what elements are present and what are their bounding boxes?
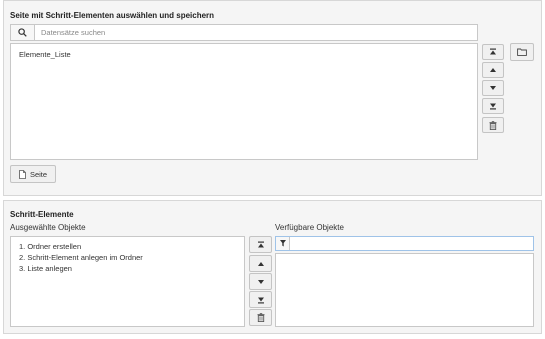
move-up-icon bbox=[257, 261, 264, 266]
move-bottom-icon bbox=[257, 297, 264, 303]
filter-input[interactable] bbox=[290, 237, 534, 250]
move-bottom-icon bbox=[490, 103, 496, 110]
browse-folder-button[interactable] bbox=[510, 43, 534, 61]
move-bottom-button[interactable] bbox=[482, 98, 504, 114]
delete-button[interactable] bbox=[249, 309, 272, 326]
list-item[interactable]: 3. Liste anlegen bbox=[19, 263, 236, 274]
filter-icon bbox=[276, 237, 290, 250]
folder-icon bbox=[517, 48, 527, 56]
move-down-icon bbox=[257, 279, 264, 284]
page-button[interactable]: Seite bbox=[10, 165, 56, 183]
list-item[interactable]: 1. Ordner erstellen bbox=[19, 241, 236, 252]
selected-objects-label: Ausgewählte Objekte bbox=[10, 223, 86, 232]
move-top-button[interactable] bbox=[482, 44, 504, 60]
page-icon bbox=[19, 169, 26, 179]
search-input[interactable] bbox=[35, 25, 481, 40]
move-down-button[interactable] bbox=[249, 273, 272, 290]
search-icon[interactable] bbox=[11, 25, 35, 40]
move-down-icon bbox=[490, 86, 496, 90]
move-bottom-button[interactable] bbox=[249, 291, 272, 308]
selected-objects-list[interactable]: 1. Ordner erstellen 2. Schritt-Element a… bbox=[10, 236, 245, 327]
move-up-button[interactable] bbox=[249, 255, 272, 272]
list-item[interactable]: 2. Schritt-Element anlegen im Ordner bbox=[19, 252, 236, 263]
move-up-icon bbox=[490, 68, 496, 72]
delete-button[interactable] bbox=[482, 117, 504, 133]
steps-section-title: Schritt-Elemente bbox=[10, 210, 74, 219]
move-top-icon bbox=[490, 48, 496, 55]
move-down-button[interactable] bbox=[482, 80, 504, 96]
available-filter bbox=[275, 236, 534, 251]
move-top-icon bbox=[257, 241, 264, 247]
list-item[interactable]: Elemente_Liste bbox=[19, 49, 469, 60]
move-top-button[interactable] bbox=[249, 236, 272, 253]
trash-icon bbox=[257, 313, 264, 322]
page-section-title: Seite mit Schritt-Elementen auswählen un… bbox=[10, 11, 215, 20]
move-up-button[interactable] bbox=[482, 62, 504, 78]
available-objects-list[interactable] bbox=[275, 253, 534, 327]
page-button-label: Seite bbox=[29, 169, 48, 179]
trash-icon bbox=[489, 120, 497, 130]
records-search bbox=[10, 24, 481, 41]
page-list[interactable]: Elemente_Liste bbox=[10, 43, 478, 160]
available-objects-label: Verfügbare Objekte bbox=[275, 223, 344, 232]
